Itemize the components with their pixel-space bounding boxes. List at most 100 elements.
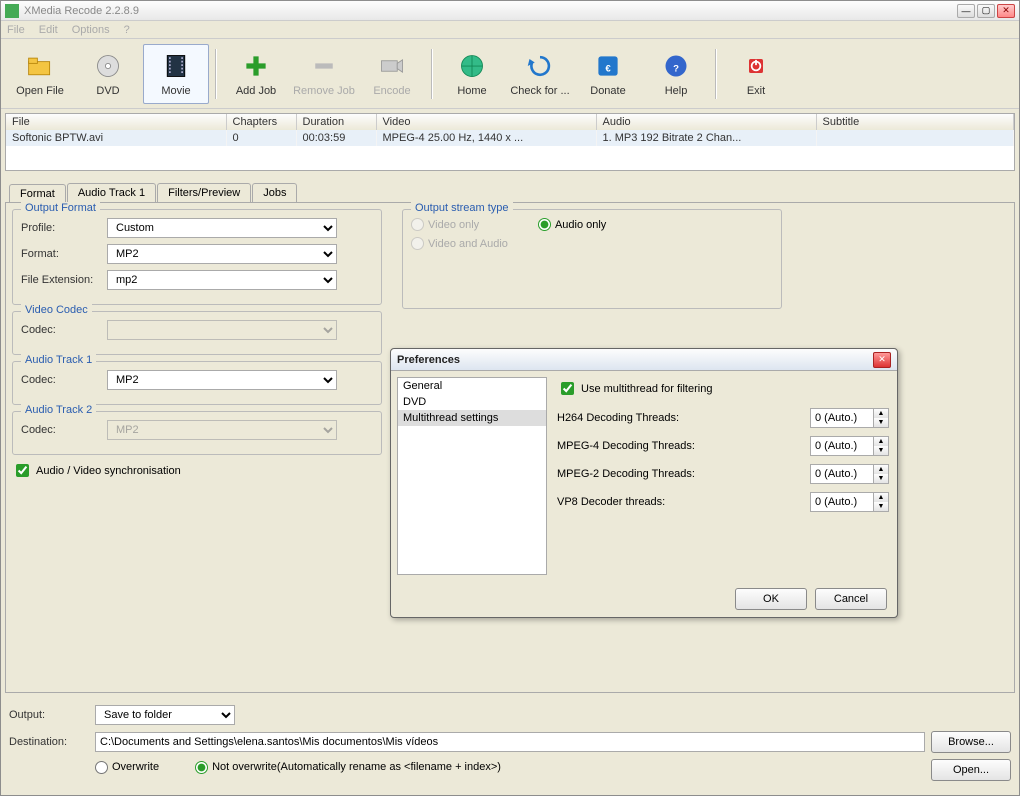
film-icon <box>160 50 192 82</box>
svg-text:?: ? <box>673 63 679 74</box>
col-file[interactable]: File <box>6 114 226 130</box>
window-title: XMedia Recode 2.2.8.9 <box>24 5 957 17</box>
radio-overwrite[interactable]: Overwrite <box>95 761 159 774</box>
group-audio-track1: Audio Track 1 Codec: MP2 <box>12 361 382 405</box>
menu-edit[interactable]: Edit <box>39 24 58 36</box>
audio2-codec-select: MP2 <box>107 420 337 440</box>
toolbar-separator <box>431 49 433 99</box>
col-duration[interactable]: Duration <box>296 114 376 130</box>
prefs-item-multithread[interactable]: Multithread settings <box>398 410 546 426</box>
preferences-dialog: Preferences ✕ General DVD Multithread se… <box>390 348 898 618</box>
format-select[interactable]: MP2 <box>107 244 337 264</box>
refresh-icon <box>524 50 556 82</box>
col-chapters[interactable]: Chapters <box>226 114 296 130</box>
ok-button[interactable]: OK <box>735 588 807 610</box>
encode-button[interactable]: Encode <box>359 44 425 104</box>
toolbar: Open File DVD Movie Add Job Remove Job E… <box>1 39 1019 109</box>
prefs-panel: Use multithread for filtering H264 Decod… <box>555 377 891 575</box>
chevron-down-icon[interactable]: ▼ <box>874 418 888 427</box>
add-job-button[interactable]: Add Job <box>223 44 289 104</box>
open-button[interactable]: Open... <box>931 759 1011 781</box>
minus-icon <box>308 50 340 82</box>
h264-label: H264 Decoding Threads: <box>557 412 810 424</box>
format-label: Format: <box>21 248 101 260</box>
movie-button[interactable]: Movie <box>143 44 209 104</box>
camera-icon <box>376 50 408 82</box>
vp8-label: VP8 Decoder threads: <box>557 496 810 508</box>
video-codec-label: Codec: <box>21 324 101 336</box>
group-output-stream: Output stream type Video only Video and … <box>402 209 782 309</box>
exit-button[interactable]: Exit <box>723 44 789 104</box>
col-subtitle[interactable]: Subtitle <box>816 114 1014 130</box>
chevron-down-icon[interactable]: ▼ <box>874 502 888 511</box>
chevron-up-icon[interactable]: ▲ <box>874 437 888 446</box>
output-select[interactable]: Save to folder <box>95 705 235 725</box>
av-sync-checkbox[interactable]: Audio / Video synchronisation <box>12 461 382 480</box>
menu-help[interactable]: ? <box>124 24 130 36</box>
toolbar-separator <box>215 49 217 99</box>
power-icon <box>740 50 772 82</box>
radio-not-overwrite[interactable]: Not overwrite(Automatically rename as <f… <box>195 761 501 774</box>
file-row[interactable]: Softonic BPTW.avi 0 00:03:59 MPEG-4 25.0… <box>6 130 1014 146</box>
disc-icon <box>92 50 124 82</box>
tab-strip: Format Audio Track 1 Filters/Preview Job… <box>5 183 1015 202</box>
mpeg2-label: MPEG-2 Decoding Threads: <box>557 468 810 480</box>
ext-select[interactable]: mp2 <box>107 270 337 290</box>
audio1-codec-select[interactable]: MP2 <box>107 370 337 390</box>
col-audio[interactable]: Audio <box>596 114 816 130</box>
h264-spinner[interactable]: ▲▼ <box>810 408 889 428</box>
mpeg2-spinner[interactable]: ▲▼ <box>810 464 889 484</box>
dialog-titlebar[interactable]: Preferences ✕ <box>391 349 897 371</box>
group-video-codec: Video Codec Codec: <box>12 311 382 355</box>
app-icon <box>5 4 19 18</box>
help-button[interactable]: ? Help <box>643 44 709 104</box>
audio2-codec-label: Codec: <box>21 424 101 436</box>
maximize-button[interactable]: ▢ <box>977 4 995 18</box>
tab-audio1[interactable]: Audio Track 1 <box>67 183 156 202</box>
open-file-button[interactable]: Open File <box>7 44 73 104</box>
close-button[interactable]: ✕ <box>997 4 1015 18</box>
dialog-title: Preferences <box>397 354 873 366</box>
folder-icon <box>24 50 56 82</box>
radio-video-audio: Video and Audio <box>411 237 508 250</box>
toolbar-separator <box>715 49 717 99</box>
cancel-button[interactable]: Cancel <box>815 588 887 610</box>
tab-jobs[interactable]: Jobs <box>252 183 297 202</box>
tab-filters[interactable]: Filters/Preview <box>157 183 251 202</box>
prefs-item-dvd[interactable]: DVD <box>398 394 546 410</box>
browse-button[interactable]: Browse... <box>931 731 1011 753</box>
chevron-up-icon[interactable]: ▲ <box>874 493 888 502</box>
destination-input[interactable] <box>95 732 925 752</box>
radio-audio-only[interactable]: Audio only <box>538 218 606 231</box>
dialog-close-icon[interactable]: ✕ <box>873 352 891 368</box>
home-button[interactable]: Home <box>439 44 505 104</box>
svg-text:€: € <box>605 63 611 74</box>
dvd-button[interactable]: DVD <box>75 44 141 104</box>
profile-label: Profile: <box>21 222 101 234</box>
group-audio-track2: Audio Track 2 Codec: MP2 <box>12 411 382 455</box>
donate-button[interactable]: € Donate <box>575 44 641 104</box>
radio-video-only: Video only <box>411 218 508 231</box>
mpeg4-label: MPEG-4 Decoding Threads: <box>557 440 810 452</box>
menu-options[interactable]: Options <box>72 24 110 36</box>
profile-select[interactable]: Custom <box>107 218 337 238</box>
tab-format[interactable]: Format <box>9 184 66 203</box>
menu-file[interactable]: File <box>7 24 25 36</box>
chevron-up-icon[interactable]: ▲ <box>874 465 888 474</box>
file-list[interactable]: File Chapters Duration Video Audio Subti… <box>5 113 1015 171</box>
output-label: Output: <box>9 709 89 721</box>
col-video[interactable]: Video <box>376 114 596 130</box>
mpeg4-spinner[interactable]: ▲▼ <box>810 436 889 456</box>
chevron-down-icon[interactable]: ▼ <box>874 446 888 455</box>
prefs-category-list[interactable]: General DVD Multithread settings <box>397 377 547 575</box>
globe-icon <box>456 50 488 82</box>
prefs-item-general[interactable]: General <box>398 378 546 394</box>
remove-job-button[interactable]: Remove Job <box>291 44 357 104</box>
check-updates-button[interactable]: Check for ... <box>507 44 573 104</box>
minimize-button[interactable]: — <box>957 4 975 18</box>
chevron-up-icon[interactable]: ▲ <box>874 409 888 418</box>
chevron-down-icon[interactable]: ▼ <box>874 474 888 483</box>
vp8-spinner[interactable]: ▲▼ <box>810 492 889 512</box>
titlebar: XMedia Recode 2.2.8.9 — ▢ ✕ <box>1 1 1019 21</box>
use-multithread-checkbox[interactable]: Use multithread for filtering <box>557 379 889 398</box>
